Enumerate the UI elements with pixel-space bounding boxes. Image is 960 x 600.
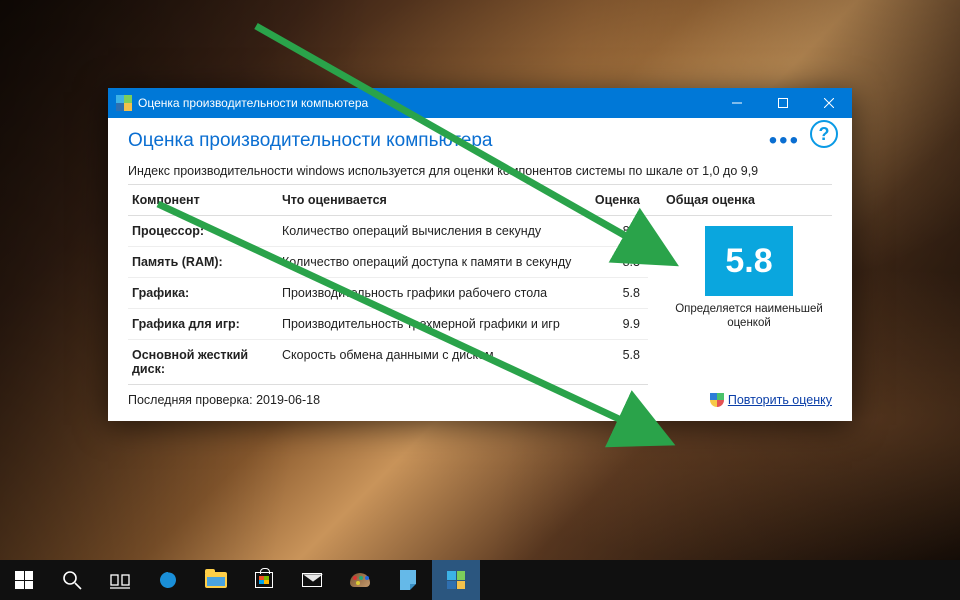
footer-row: Последняя проверка: 2019-06-18 Повторить…: [128, 385, 832, 407]
subtitle-text: Индекс производительности windows исполь…: [128, 164, 768, 178]
folder-icon: [205, 572, 227, 588]
search-button[interactable]: [48, 560, 96, 600]
cell-what: Количество операций доступа к памяти в с…: [278, 247, 578, 278]
edge-icon: [158, 570, 178, 590]
taskbar-explorer[interactable]: [192, 560, 240, 600]
header-component: Компонент: [128, 185, 278, 216]
start-button[interactable]: [0, 560, 48, 600]
overall-cell: 5.8 Определяется наименьшей оценкой: [648, 216, 832, 385]
shield-icon: [710, 393, 724, 407]
cell-component: Память (RAM):: [128, 247, 278, 278]
cell-what: Производительность трехмерной графики и …: [278, 309, 578, 340]
cell-component: Графика для игр:: [128, 309, 278, 340]
page-title: Оценка производительности компьютера: [128, 130, 769, 152]
last-check-value: 2019-06-18: [256, 393, 320, 407]
window-content: Оценка производительности компьютера •••…: [108, 118, 852, 421]
app-tile-icon: [447, 571, 465, 589]
taskbar-active-app[interactable]: [432, 560, 480, 600]
task-view-icon: [110, 570, 130, 590]
minimize-button[interactable]: [714, 88, 760, 118]
cell-what: Количество операций вычисления в секунду: [278, 216, 578, 247]
mail-icon: [302, 573, 322, 587]
header-what: Что оценивается: [278, 185, 578, 216]
rerun-link[interactable]: Повторить оценку: [728, 393, 832, 407]
windows-logo-icon: [15, 571, 33, 589]
taskbar-edge[interactable]: [144, 560, 192, 600]
close-button[interactable]: [806, 88, 852, 118]
scores-table: Компонент Что оценивается Оценка Общая о…: [128, 184, 832, 385]
cell-component: Основной жесткий диск:: [128, 340, 278, 385]
last-check-label: Последняя проверка:: [128, 393, 253, 407]
task-view-button[interactable]: [96, 560, 144, 600]
titlebar[interactable]: Оценка производительности компьютера: [108, 88, 852, 118]
table-row: Процессор: Количество операций вычислени…: [128, 216, 832, 247]
cell-what: Скорость обмена данными с диском: [278, 340, 578, 385]
help-icon[interactable]: ?: [810, 120, 838, 148]
overall-caption: Определяется наименьшей оценкой: [666, 302, 832, 331]
paint-icon: [350, 573, 370, 587]
window-title: Оценка производительности компьютера: [138, 96, 714, 110]
header-score: Оценка: [578, 185, 648, 216]
notepad-icon: [400, 570, 416, 590]
table-header-row: Компонент Что оценивается Оценка Общая о…: [128, 185, 832, 216]
assessment-window: Оценка производительности компьютера Оце…: [108, 88, 852, 421]
taskbar-notepad[interactable]: [384, 560, 432, 600]
header-overall: Общая оценка: [648, 185, 832, 216]
cell-score: 8.3: [578, 216, 648, 247]
taskbar-mail[interactable]: [288, 560, 336, 600]
app-icon: [116, 95, 132, 111]
cell-score: 5.8: [578, 340, 648, 385]
cell-score: 5.8: [578, 278, 648, 309]
cell-what: Производительность графики рабочего стол…: [278, 278, 578, 309]
search-icon: [62, 570, 82, 590]
maximize-button[interactable]: [760, 88, 806, 118]
taskbar: [0, 560, 960, 600]
cell-score: 8.3: [578, 247, 648, 278]
overall-score-box: 5.8: [705, 226, 793, 296]
taskbar-paint[interactable]: [336, 560, 384, 600]
cell-score: 9.9: [578, 309, 648, 340]
taskbar-store[interactable]: [240, 560, 288, 600]
store-icon: [255, 572, 273, 588]
cell-component: Процессор:: [128, 216, 278, 247]
more-icon[interactable]: •••: [769, 136, 800, 146]
cell-component: Графика:: [128, 278, 278, 309]
